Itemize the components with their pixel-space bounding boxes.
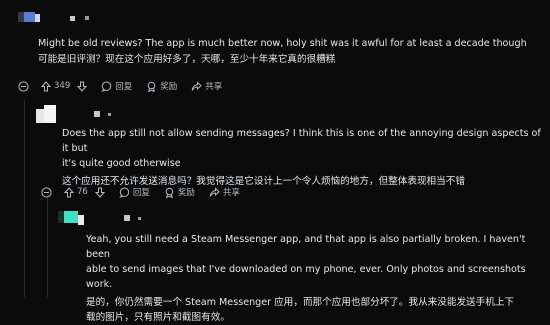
comment-bubble-icon — [101, 81, 112, 92]
thread-line-1 — [24, 100, 25, 297]
comment-1-actions: 349 回复 奖励 共享 — [18, 80, 236, 92]
comment-1-text-en: Might be old reviews? The app is much be… — [38, 38, 527, 49]
share-label: 共享 — [205, 82, 223, 92]
reply-label: 回复 — [115, 82, 133, 92]
username-redacted[interactable] — [124, 215, 130, 221]
timestamp-redacted — [108, 112, 111, 116]
upvote-icon[interactable] — [64, 186, 74, 198]
comment-3-text-zh-1: 是的，你仍然需要一个 Steam Messenger 应用，而那个应用也部分坏了… — [86, 297, 515, 308]
reply-button[interactable]: 回复 — [101, 80, 132, 92]
vote-count: 349 — [54, 81, 71, 91]
comment-3-text-zh-2: 载的图片，只有照片和截图有效。 — [86, 312, 230, 323]
comment-2-text-en-1: Does the app still not allow sending mes… — [62, 128, 541, 154]
downvote-icon[interactable] — [77, 81, 88, 92]
comment-bubble-icon — [119, 187, 130, 198]
share-icon — [191, 80, 203, 92]
share-button[interactable]: 共享 — [209, 186, 240, 198]
username-redacted[interactable] — [70, 15, 75, 21]
avatar[interactable] — [58, 211, 84, 225]
award-icon — [164, 187, 175, 198]
share-icon — [209, 186, 220, 198]
timestamp-redacted — [138, 216, 141, 220]
collapse-icon[interactable] — [18, 80, 29, 92]
comment-1-header — [18, 12, 89, 24]
share-button[interactable]: 共享 — [191, 80, 222, 92]
comment-2-body: Does the app still not allow sending mes… — [62, 126, 550, 189]
downvote-icon[interactable] — [94, 187, 105, 198]
username-redacted[interactable] — [94, 111, 100, 117]
thread-line-2 — [47, 194, 48, 297]
comment-3-header — [58, 211, 141, 225]
comment-3-body: Yeah, you still need a Steam Messenger a… — [86, 232, 550, 325]
award-label: 奖励 — [160, 82, 178, 92]
collapse-icon[interactable] — [41, 186, 52, 198]
avatar[interactable] — [36, 105, 60, 123]
upvote-icon[interactable] — [41, 80, 51, 92]
comment-2-actions: 76 回复 奖励 共享 — [41, 186, 254, 198]
reply-label: 回复 — [132, 188, 150, 198]
avatar[interactable] — [18, 12, 40, 24]
comment-3-text-en-2: able to send images that I've downloaded… — [86, 264, 526, 290]
comment-2-text-en-2: it's quite good otherwise — [62, 158, 181, 169]
award-button[interactable]: 奖励 — [146, 80, 177, 92]
comment-1-text-zh: 可能是旧评测？现在这个应用好多了，天哪，至少十年来它真的很糟糕 — [38, 54, 336, 65]
award-label: 奖励 — [177, 188, 195, 198]
comment-2-header — [36, 105, 111, 123]
comment-1-body: Might be old reviews? The app is much be… — [38, 36, 527, 67]
award-button[interactable]: 奖励 — [164, 186, 195, 198]
comment-3-text-en-1: Yeah, you still need a Steam Messenger a… — [86, 234, 526, 260]
timestamp-redacted — [85, 16, 89, 20]
share-label: 共享 — [222, 188, 240, 198]
reply-button[interactable]: 回复 — [119, 186, 150, 198]
vote-count: 76 — [77, 187, 88, 197]
award-icon — [146, 81, 157, 92]
